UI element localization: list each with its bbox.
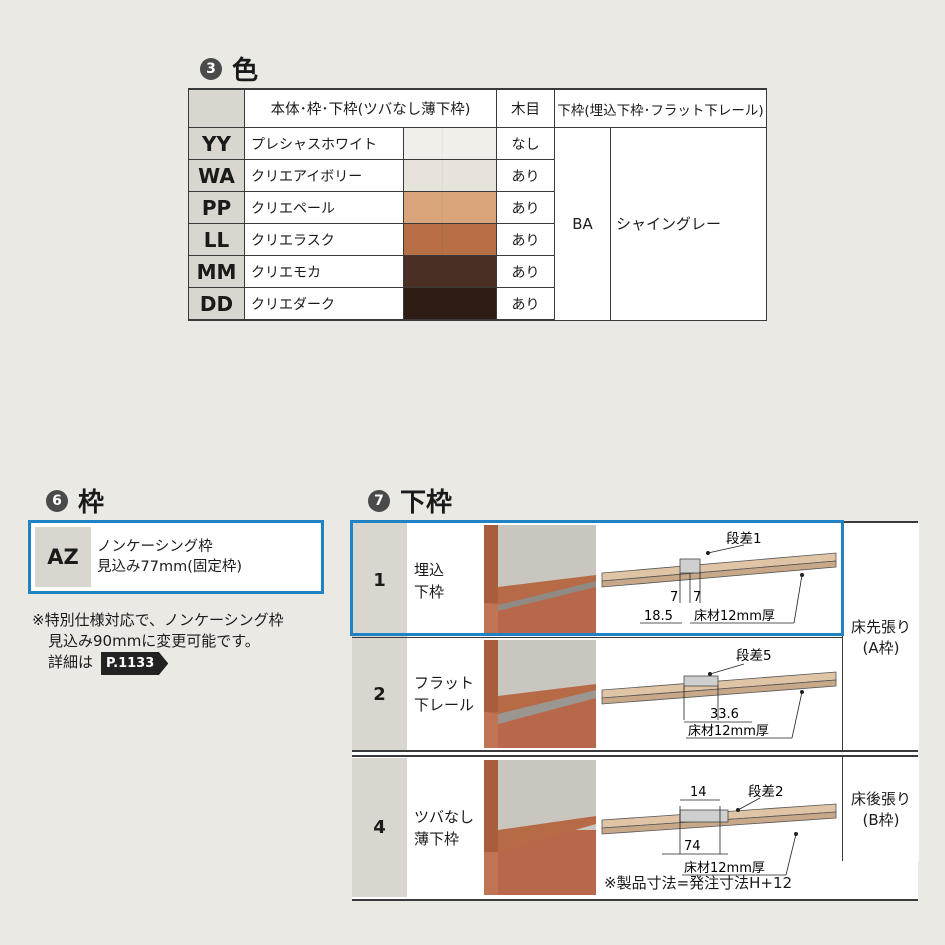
- step-label: 段差5: [736, 648, 772, 664]
- note-line2: 見込み90mmに変更可能です。: [48, 632, 260, 650]
- sill-name: フラット 下レール: [414, 672, 474, 716]
- grain-mark: あり: [496, 255, 555, 288]
- grain-mark: あり: [496, 191, 555, 224]
- sill-name-line2: 薄下枠: [414, 830, 460, 848]
- color-swatch: [403, 191, 497, 224]
- floor-thickness: 床材12mm厚: [694, 609, 775, 624]
- sill-color-name: シャイングレー: [610, 127, 767, 321]
- frame-option-az[interactable]: AZ ノンケーシング枠 見込み77mm(固定枠): [28, 520, 324, 594]
- side-b-line1: 床後張り: [850, 790, 911, 808]
- header-body: 本体･枠･下枠(ツバなし薄下枠): [244, 88, 497, 128]
- dim-a: 33.6: [710, 707, 739, 722]
- sill-name: ツバなし 薄下枠: [414, 806, 474, 850]
- grain-mark: なし: [496, 127, 555, 160]
- header-blank: [188, 88, 245, 128]
- sill-photo: [484, 760, 596, 895]
- sill-name-line1: 埋込: [414, 561, 445, 579]
- grain-mark: あり: [496, 159, 555, 192]
- sill-name-line2: 下枠: [414, 583, 445, 601]
- color-name: クリエペール: [244, 191, 404, 224]
- color-swatch: [403, 287, 497, 321]
- sill-photo: [484, 640, 596, 748]
- side-a-line2: (A枠): [862, 639, 900, 657]
- frame-description: ノンケーシング枠 見込み77mm(固定枠): [97, 537, 242, 577]
- dim-a: 14: [690, 785, 707, 800]
- color-section-label: 色: [232, 56, 259, 86]
- color-swatch: [403, 127, 497, 160]
- side-b-line2: (B枠): [862, 811, 900, 829]
- sill-section-label: 下枠: [400, 488, 453, 518]
- step-label: 段差2: [748, 784, 784, 800]
- frame-section-title: 6枠: [46, 482, 104, 519]
- sill-option-4[interactable]: 4 ツバなし 薄下枠 14 段差2 74 床材12mm厚 ※製品寸法=発注寸法H…: [352, 758, 918, 897]
- color-section-title: 3色: [200, 50, 258, 87]
- frame-section-label: 枠: [78, 488, 105, 518]
- divider: [352, 755, 918, 757]
- frame-code: AZ: [35, 527, 91, 587]
- dim-c: 18.5: [644, 609, 673, 624]
- divider: [352, 750, 918, 752]
- sill-name-line2: 下レール: [414, 696, 475, 714]
- sill-table: 1 埋込 下枠 段差1 7 7 18.5 床材12mm厚 2 フラット 下レール…: [352, 521, 919, 901]
- side-a-line1: 床先張り: [850, 618, 911, 636]
- header-sill: 下枠(埋込下枠･フラット下レール): [554, 88, 767, 128]
- color-code: MM: [188, 255, 245, 288]
- frame-note: ※特別仕様対応で、ノンケーシング枠 見込み90mmに変更可能です。 詳細は P.1…: [32, 610, 284, 675]
- sill-number: 1: [352, 523, 407, 637]
- color-name: クリエラスク: [244, 223, 404, 256]
- color-table: 本体･枠･下枠(ツバなし薄下枠) 木目 下枠(埋込下枠･フラット下レール) YY…: [188, 88, 767, 321]
- color-code: YY: [188, 127, 245, 160]
- order-size-footnote: ※製品寸法=発注寸法H+12: [604, 874, 793, 892]
- color-row: YY プレシャスホワイト なし BA シャイングレー: [188, 127, 767, 321]
- color-swatch: [403, 223, 497, 256]
- dim-b: 7: [693, 590, 701, 605]
- section-number-badge: 3: [200, 57, 222, 80]
- color-name: プレシャスホワイト: [244, 127, 404, 160]
- sill-code: BA: [554, 127, 611, 321]
- sill-name: 埋込 下枠: [414, 559, 444, 603]
- grain-mark: あり: [496, 223, 555, 256]
- page-reference-link[interactable]: P.1133: [101, 652, 169, 675]
- step-label: 段差1: [726, 531, 762, 547]
- frame-desc-line1: ノンケーシング枠: [97, 539, 213, 555]
- sill-number: 2: [352, 638, 407, 750]
- sill-name-line1: フラット: [414, 674, 475, 692]
- sill-option-2[interactable]: 2 フラット 下レール 段差5 33.6 床材12mm厚: [352, 638, 918, 750]
- sill-number: 4: [352, 758, 407, 897]
- sill-cross-section-diagram: 段差5 33.6 床材12mm厚: [601, 648, 837, 739]
- sill-name-line1: ツバなし: [414, 808, 475, 826]
- sill-cross-section-diagram: 段差1 7 7 18.5 床材12mm厚: [601, 531, 837, 624]
- color-swatch: [403, 159, 497, 192]
- header-grain: 木目: [496, 88, 555, 128]
- floor-thickness: 床材12mm厚: [688, 724, 769, 739]
- sill-section-title: 7 下枠: [368, 482, 452, 519]
- color-name: クリエモカ: [244, 255, 404, 288]
- sill-photo: [484, 525, 596, 635]
- side-label-b: 床後張り (B枠): [842, 757, 919, 861]
- color-name: クリエダーク: [244, 287, 404, 321]
- section-number-badge: 7: [368, 489, 390, 512]
- color-code: PP: [188, 191, 245, 224]
- dim-a: 7: [670, 590, 678, 605]
- note-line3: 詳細は P.1133: [32, 652, 284, 675]
- side-label-a: 床先張り (A枠): [842, 523, 919, 750]
- note-line1: ※特別仕様対応で、ノンケーシング枠: [32, 611, 284, 629]
- sill-option-1[interactable]: 1 埋込 下枠 段差1 7 7 18.5 床材12mm厚: [352, 523, 918, 637]
- color-name: クリエアイボリー: [244, 159, 404, 192]
- frame-desc-line2: 見込み77mm(固定枠): [97, 559, 243, 575]
- color-code: WA: [188, 159, 245, 192]
- color-code: DD: [188, 287, 245, 321]
- section-number-badge: 6: [46, 489, 68, 512]
- color-code: LL: [188, 223, 245, 256]
- grain-mark: あり: [496, 287, 555, 321]
- dim-b: 74: [684, 839, 701, 854]
- color-swatch: [403, 255, 497, 288]
- note-detail-label: 詳細は: [48, 653, 94, 671]
